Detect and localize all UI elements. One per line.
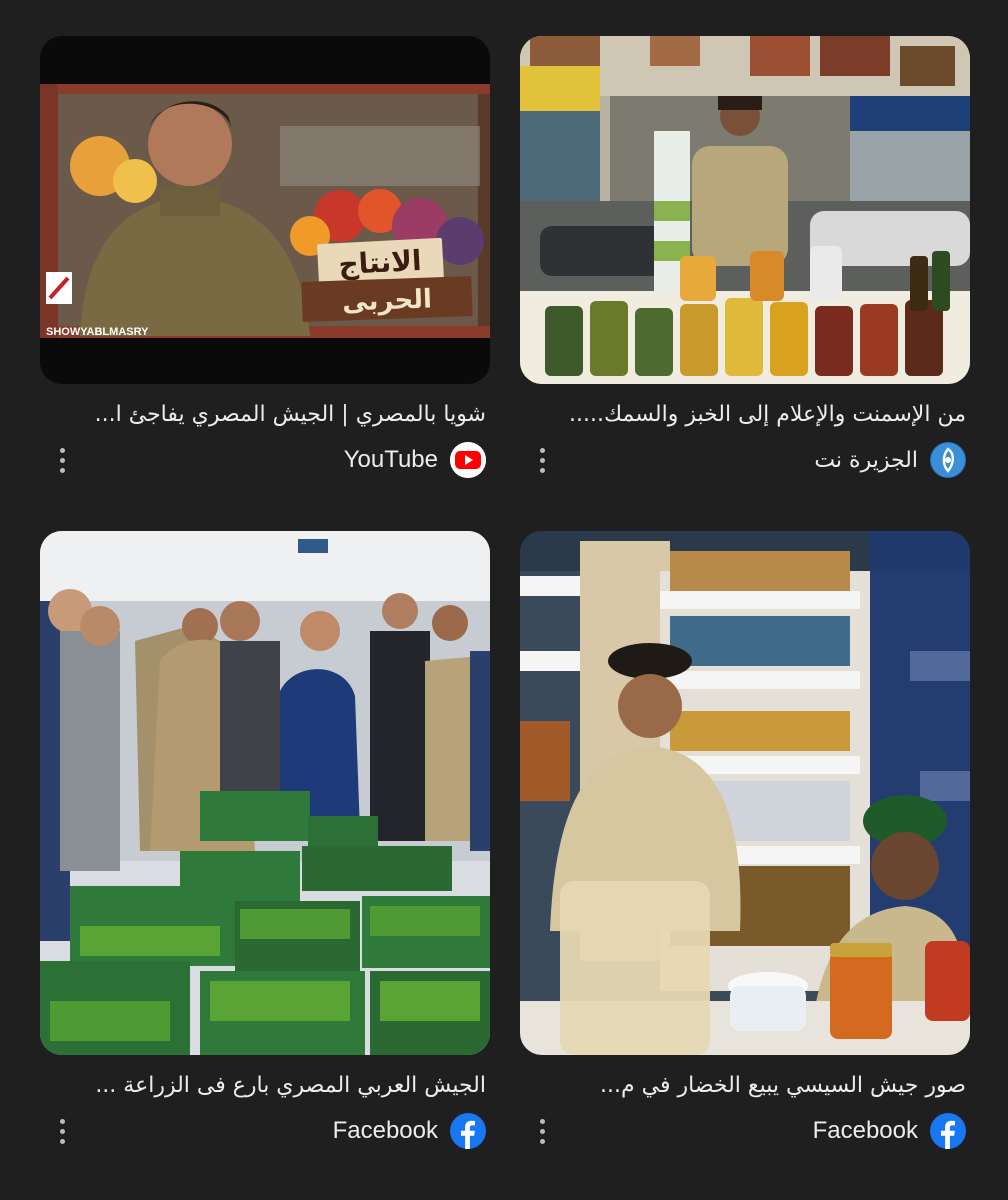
image-results-grid: من الإسمنت والإعلام إلى الخبز والسمك....… xyxy=(0,0,1008,1200)
aljazeera-icon xyxy=(930,442,966,478)
more-options-icon[interactable] xyxy=(534,1111,550,1151)
source-name: Facebook xyxy=(332,1117,438,1144)
source-link[interactable]: Facebook xyxy=(813,1113,966,1149)
market-stall-photo xyxy=(520,36,970,384)
result-source-row: YouTube xyxy=(40,436,490,484)
result-card[interactable]: من الإسمنت والإعلام إلى الخبز والسمك....… xyxy=(520,36,970,484)
result-title[interactable]: شويا بالمصري | الجيش المصري يفاجئ ا... xyxy=(40,398,490,432)
source-link[interactable]: Facebook xyxy=(333,1113,486,1149)
thumbnail-line1: الانتاج xyxy=(338,244,423,282)
source-link[interactable]: الجزيرة نت xyxy=(814,442,966,478)
source-name: YouTube xyxy=(343,446,438,473)
source-name: Facebook xyxy=(812,1117,918,1144)
more-options-icon[interactable] xyxy=(54,1111,70,1151)
facebook-icon xyxy=(930,1113,966,1149)
result-source-row: Facebook xyxy=(520,1107,970,1155)
more-options-icon[interactable] xyxy=(534,440,550,480)
thumbnail-watermark: SHOWYABLMASRY xyxy=(46,326,149,338)
result-thumbnail[interactable] xyxy=(40,531,490,1055)
more-options-icon[interactable] xyxy=(54,440,70,480)
facebook-icon xyxy=(450,1113,486,1149)
source-name: الجزيرة نت xyxy=(814,447,918,473)
video-thumbnail: الانتاج الحربى SHOWYABLMASRY xyxy=(40,36,490,384)
source-link[interactable]: YouTube xyxy=(344,442,486,478)
result-title[interactable]: الجيش العربي المصري بارع فى الزراعة ... xyxy=(40,1069,490,1103)
youtube-icon xyxy=(450,442,486,478)
result-title[interactable]: من الإسمنت والإعلام إلى الخبز والسمك....… xyxy=(520,398,970,432)
result-source-row: Facebook xyxy=(40,1107,490,1155)
result-thumbnail[interactable]: الانتاج الحربى SHOWYABLMASRY xyxy=(40,36,490,384)
result-thumbnail[interactable] xyxy=(520,531,970,1055)
thumbnail-line2: الحربى xyxy=(342,284,433,317)
result-title[interactable]: صور جيش السيسي يبيع الخضار في م... xyxy=(520,1069,970,1103)
result-thumbnail[interactable] xyxy=(520,36,970,384)
result-card[interactable]: الانتاج الحربى SHOWYABLMASRY شويا بالمصر… xyxy=(40,36,490,484)
result-source-row: الجزيرة نت xyxy=(520,436,970,484)
result-card[interactable]: الجيش العربي المصري بارع فى الزراعة ... … xyxy=(40,531,490,1155)
vegetable-crates-photo xyxy=(40,531,490,1055)
result-card[interactable]: صور جيش السيسي يبيع الخضار في م... Faceb… xyxy=(520,531,970,1155)
shop-officers-photo xyxy=(520,531,970,1055)
